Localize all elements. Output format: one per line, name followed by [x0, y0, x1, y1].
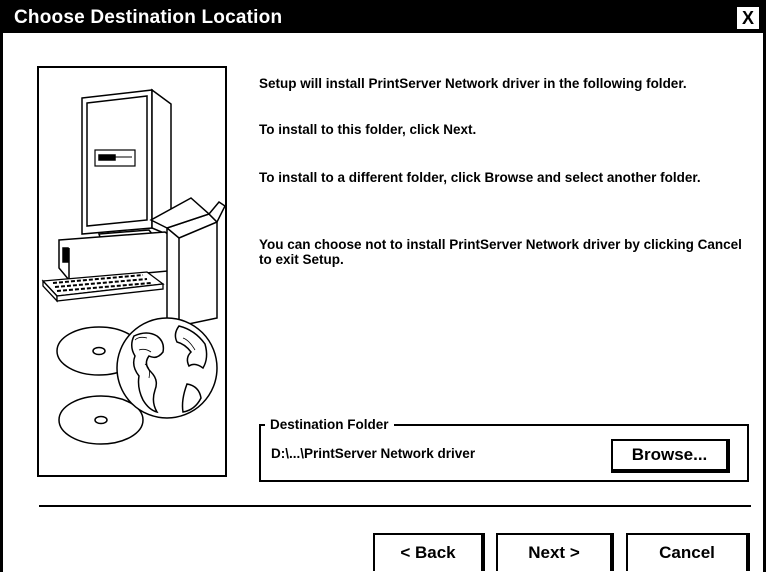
button-separator — [39, 505, 751, 507]
cancel-instruction-text: You can choose not to install PrintServe… — [259, 237, 742, 267]
install-info-text: Setup will install PrintServer Network d… — [259, 76, 687, 91]
dialog-title: Choose Destination Location — [14, 7, 283, 28]
destination-folder-path: D:\...\PrintServer Network driver — [271, 446, 476, 461]
destination-folder-label: Destination Folder — [265, 417, 394, 432]
globe-icon — [116, 317, 218, 419]
browse-instruction-text: To install to a different folder, click … — [259, 170, 701, 185]
next-button[interactable]: Next > — [496, 533, 614, 571]
destination-folder-group: Destination Folder D:\...\PrintServer Ne… — [259, 417, 749, 482]
back-button[interactable]: < Back — [373, 533, 485, 571]
setup-dialog: Choose Destination Location X Setup will… — [0, 0, 766, 572]
keyboard-icon — [41, 271, 165, 303]
illustration-graphic — [41, 88, 225, 445]
computer-base-icon — [58, 231, 180, 281]
browse-button[interactable]: Browse... — [611, 439, 730, 473]
cancel-button[interactable]: Cancel — [626, 533, 750, 571]
close-button[interactable]: X — [737, 7, 759, 29]
title-bar[interactable]: Choose Destination Location X — [3, 3, 763, 33]
setup-illustration — [37, 66, 227, 477]
next-instruction-text: To install to this folder, click Next. — [259, 122, 477, 137]
